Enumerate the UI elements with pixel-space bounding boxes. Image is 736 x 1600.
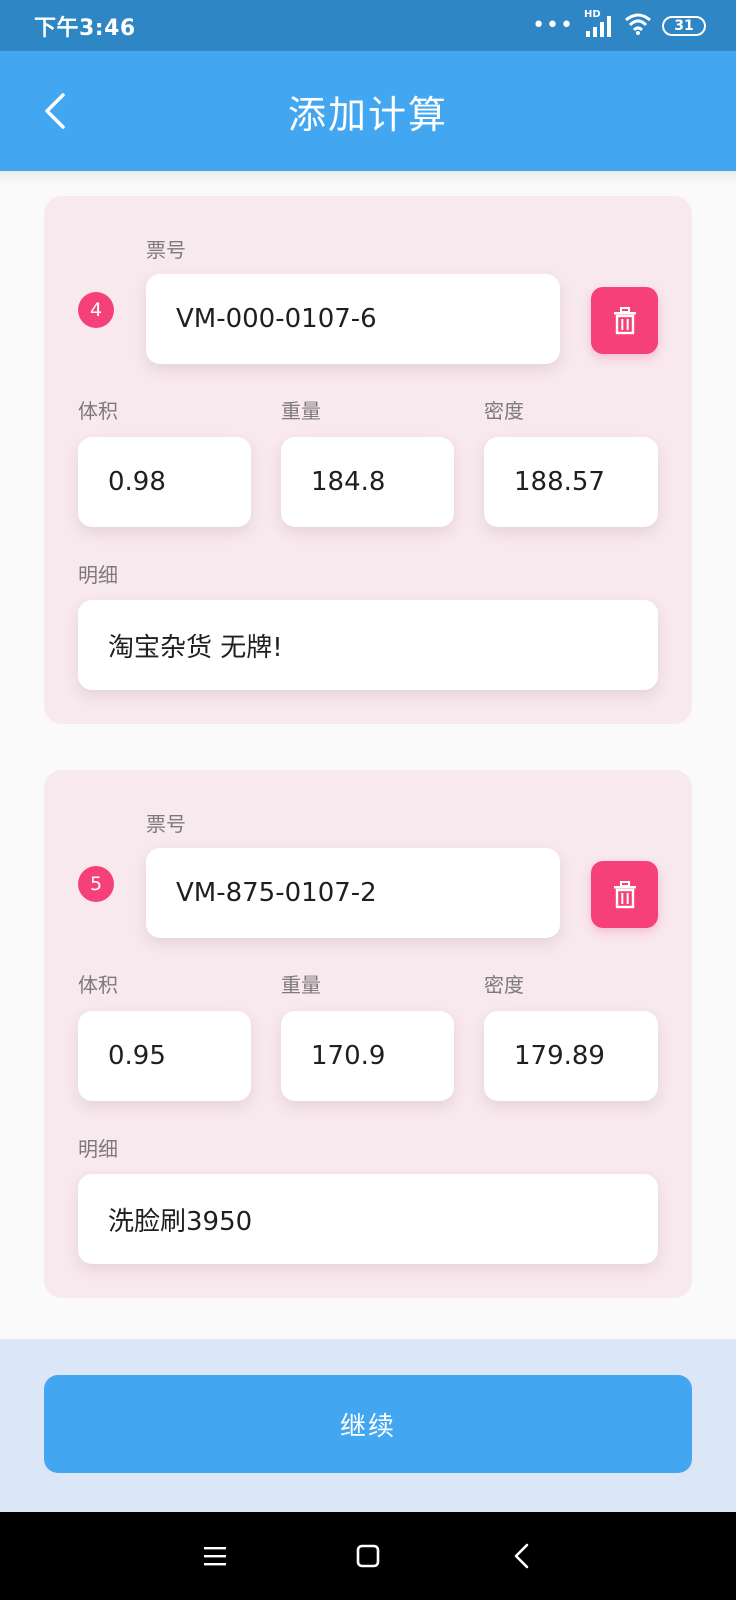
back-triangle-icon[interactable]	[500, 1534, 544, 1578]
density-label: 密度	[484, 399, 524, 423]
status-time: 下午3:46	[34, 15, 136, 41]
status-icons: ••• HD 31	[532, 9, 706, 40]
ticket-label: 票号	[146, 812, 186, 836]
volume-label: 体积	[78, 399, 118, 423]
density-value: 179.89	[514, 1041, 605, 1071]
delete-button[interactable]	[591, 861, 658, 928]
system-nav-bar	[0, 1512, 736, 1600]
weight-input[interactable]: 170.9	[281, 1011, 454, 1101]
ticket-input[interactable]: VM-000-0107-6	[146, 274, 560, 364]
weight-value: 170.9	[311, 1041, 386, 1071]
volume-input[interactable]: 0.98	[78, 437, 251, 527]
density-input[interactable]: 188.57	[484, 437, 658, 527]
ticket-input[interactable]: VM-875-0107-2	[146, 848, 560, 938]
footer-bar: 继续	[0, 1339, 736, 1512]
detail-input[interactable]: 淘宝杂货 无牌!	[78, 600, 658, 690]
wifi-icon	[624, 12, 652, 40]
ticket-label: 票号	[146, 238, 186, 262]
weight-label: 重量	[281, 399, 321, 423]
item-index-badge: 5	[78, 866, 114, 902]
chevron-left-icon	[45, 93, 65, 129]
detail-label: 明细	[78, 1137, 118, 1161]
signal-icon: HD	[584, 9, 614, 39]
page-title: 添加计算	[287, 92, 448, 137]
more-dots-icon: •••	[532, 12, 574, 38]
density-value: 188.57	[514, 467, 605, 497]
home-square-icon[interactable]	[346, 1534, 390, 1578]
detail-label: 明细	[78, 563, 118, 587]
volume-value: 0.98	[108, 467, 166, 497]
trash-icon	[613, 880, 636, 908]
detail-input[interactable]: 洗脸刷3950	[78, 1174, 658, 1264]
ticket-value: VM-000-0107-6	[176, 304, 377, 334]
detail-value: 淘宝杂货 无牌!	[108, 632, 283, 663]
back-button[interactable]	[34, 87, 74, 135]
item-index-badge: 4	[78, 292, 114, 328]
density-input[interactable]: 179.89	[484, 1011, 658, 1101]
weight-input[interactable]: 184.8	[281, 437, 454, 527]
status-bar: 下午3:46 ••• HD 31	[0, 0, 736, 51]
weight-value: 184.8	[311, 467, 386, 497]
ticket-value: VM-875-0107-2	[176, 878, 377, 908]
continue-button[interactable]: 继续	[44, 1375, 692, 1473]
battery-icon: 31	[662, 15, 706, 36]
volume-value: 0.95	[108, 1041, 166, 1071]
detail-value: 洗脸刷3950	[108, 1206, 253, 1237]
trash-icon	[613, 306, 636, 334]
item-card: 票号 4 VM-000-0107-6 体积 重量 密度 0.98 184.8 1…	[44, 196, 692, 724]
weight-label: 重量	[281, 973, 321, 997]
menu-icon[interactable]	[193, 1534, 237, 1578]
density-label: 密度	[484, 973, 524, 997]
item-card: 票号 5 VM-875-0107-2 体积 重量 密度 0.95 170.9 1…	[44, 770, 692, 1298]
header-shadow	[0, 171, 736, 185]
volume-label: 体积	[78, 973, 118, 997]
volume-input[interactable]: 0.95	[78, 1011, 251, 1101]
delete-button[interactable]	[591, 287, 658, 354]
app-header: 添加计算	[0, 51, 736, 171]
